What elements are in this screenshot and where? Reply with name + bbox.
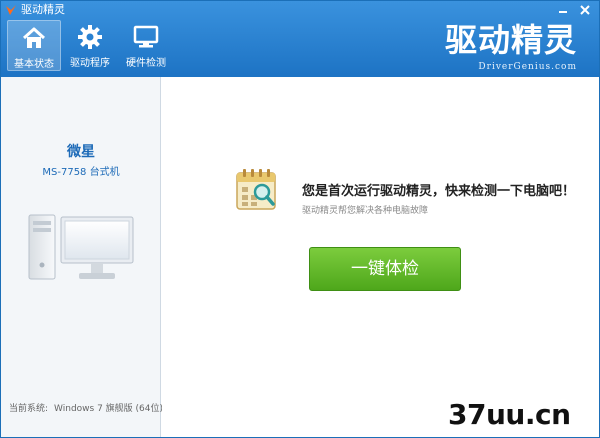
nav-item-basic-status[interactable]: 基本状态 bbox=[7, 20, 61, 71]
desktop-computer-icon bbox=[28, 214, 134, 280]
system-info: 当前系统: Windows 7 旗舰版 (64位) bbox=[9, 401, 169, 414]
title-bar: 驱动精灵 bbox=[1, 1, 599, 19]
window-controls bbox=[553, 2, 595, 18]
calendar-search-icon bbox=[236, 169, 276, 210]
minimize-icon bbox=[559, 11, 567, 13]
driver-genius-window: 驱动精灵 基本状态 驱动程序 硬件检测 驱动精灵 DriverGenius.co… bbox=[0, 0, 600, 438]
system-value: Windows 7 旗舰版 (64位) bbox=[54, 404, 164, 414]
brand-site: DriverGenius.com bbox=[478, 62, 577, 72]
system-label: 当前系统: bbox=[9, 404, 49, 414]
window-title: 驱动精灵 bbox=[21, 3, 65, 16]
nav-item-drivers[interactable]: 驱动程序 bbox=[63, 20, 117, 71]
main-panel: 您是首次运行驱动精灵，快来检测一下电脑吧！ 驱动精灵帮您解决各种电脑故障 一键体… bbox=[162, 77, 599, 437]
nav-item-hardware[interactable]: 硬件检测 bbox=[119, 20, 173, 71]
close-button[interactable] bbox=[575, 2, 595, 18]
device-manufacturer: 微星 bbox=[67, 144, 95, 160]
site-watermark: 37uu.cn bbox=[448, 398, 571, 431]
brand-logo-text: 驱动精灵 bbox=[444, 21, 577, 59]
brand-logo: 驱动精灵 DriverGenius.com bbox=[427, 20, 577, 72]
gear-icon bbox=[78, 25, 102, 49]
home-icon bbox=[22, 27, 46, 48]
nav-label: 驱动程序 bbox=[70, 58, 110, 69]
welcome-headline: 您是首次运行驱动精灵，快来检测一下电脑吧！ bbox=[302, 184, 576, 199]
monitor-icon bbox=[133, 25, 159, 48]
one-click-scan-button[interactable]: 一键体检 bbox=[309, 247, 461, 291]
nav-label: 硬件检测 bbox=[126, 58, 166, 69]
close-icon bbox=[580, 5, 590, 15]
minimize-button[interactable] bbox=[553, 2, 573, 18]
main-nav: 基本状态 驱动程序 硬件检测 bbox=[7, 20, 173, 71]
welcome-subline: 驱动精灵帮您解决各种电脑故障 bbox=[302, 206, 429, 216]
app-logo-icon bbox=[6, 5, 16, 15]
nav-label: 基本状态 bbox=[14, 59, 54, 70]
header-bar: 驱动精灵 基本状态 驱动程序 硬件检测 驱动精灵 DriverGenius.co… bbox=[1, 1, 599, 77]
device-model: MS-7758 台式机 bbox=[42, 167, 120, 178]
device-panel: 微星 MS-7758 台式机 当前系统: Windows 7 旗舰版 (64位) bbox=[1, 77, 163, 437]
